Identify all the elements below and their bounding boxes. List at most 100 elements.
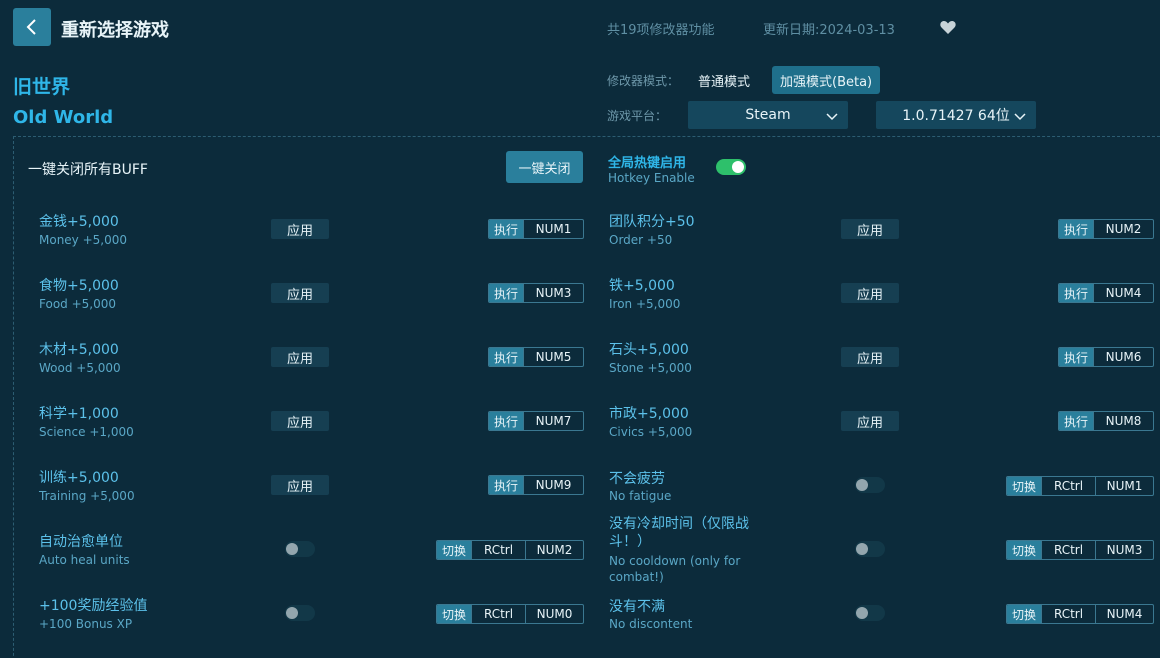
apply-button[interactable]: 应用 (271, 283, 329, 303)
platform-select[interactable]: Steam (688, 101, 848, 129)
item-label-cn: 自动治愈单位 (39, 534, 123, 550)
item-label-cn: 市政+5,000 (609, 406, 689, 422)
hotkey-modifier: RCtrl (471, 605, 525, 623)
game-name-cn: 旧世界 (13, 76, 71, 98)
hotkey-enable-label-en: Hotkey Enable (608, 171, 695, 185)
hotkey-key: NUM4 (1093, 284, 1153, 302)
hotkey-group[interactable]: 执行 NUM5 (488, 347, 584, 367)
item-label-cn: 金钱+5,000 (39, 214, 119, 230)
hotkey-modifier: RCtrl (1041, 477, 1095, 495)
execute-label: 执行 (1059, 348, 1094, 366)
hotkey-key: NUM7 (523, 412, 583, 430)
hotkey-group[interactable]: 切换 RCtrl NUM0 (436, 604, 584, 624)
apply-button[interactable]: 应用 (271, 219, 329, 239)
heart-icon[interactable] (939, 18, 957, 36)
close-all-button[interactable]: 一键关闭 (506, 151, 583, 183)
chevron-left-icon (26, 19, 36, 35)
apply-button[interactable]: 应用 (271, 347, 329, 367)
toggle-switch[interactable] (855, 477, 885, 493)
switch-label: 切换 (1007, 605, 1042, 623)
apply-button[interactable]: 应用 (841, 347, 899, 367)
toggle-switch[interactable] (285, 541, 315, 557)
execute-label: 执行 (1059, 412, 1094, 430)
page-title: 重新选择游戏 (61, 20, 169, 41)
toggle-switch[interactable] (285, 605, 315, 621)
item-label-en: Training +5,000 (39, 489, 135, 503)
version-select[interactable]: 1.0.71427 64位 (876, 101, 1036, 129)
hotkey-enable-toggle[interactable] (716, 159, 746, 175)
cheats-panel (13, 136, 1160, 658)
hotkey-group[interactable]: 执行 NUM9 (488, 475, 584, 495)
switch-label: 切换 (1007, 477, 1042, 495)
game-name-en: Old World (13, 107, 114, 128)
item-label-cn: 科学+1,000 (39, 406, 119, 422)
execute-label: 执行 (489, 284, 524, 302)
back-button[interactable] (13, 8, 51, 46)
execute-label: 执行 (489, 476, 524, 494)
item-label-en: Order +50 (609, 233, 673, 247)
item-label-cn: 训练+5,000 (39, 470, 119, 486)
execute-label: 执行 (1059, 284, 1094, 302)
hotkey-group[interactable]: 执行 NUM2 (1058, 219, 1154, 239)
buff-label: 一键关闭所有BUFF (28, 162, 148, 178)
hotkey-key: NUM9 (523, 476, 583, 494)
hotkey-key: NUM5 (523, 348, 583, 366)
item-label-cn: 没有冷却时间（仅限战斗！） (609, 516, 749, 550)
mode-label: 修改器模式： (607, 74, 680, 88)
switch-label: 切换 (437, 605, 472, 623)
hotkey-group[interactable]: 执行 NUM6 (1058, 347, 1154, 367)
platform-value: Steam (745, 107, 791, 123)
platform-label: 游戏平台： (607, 109, 668, 123)
hotkey-group[interactable]: 切换 RCtrl NUM3 (1006, 540, 1154, 560)
hotkey-key: NUM8 (1093, 412, 1153, 430)
hotkey-key: NUM3 (1095, 541, 1153, 559)
chevron-down-icon (1014, 113, 1026, 121)
item-label-cn: 不会疲劳 (609, 471, 665, 487)
update-date: 更新日期:2024-03-13 (763, 23, 895, 38)
apply-button[interactable]: 应用 (841, 411, 899, 431)
switch-label: 切换 (437, 541, 472, 559)
hotkey-modifier: RCtrl (1041, 541, 1095, 559)
apply-button[interactable]: 应用 (271, 475, 329, 495)
switch-label: 切换 (1007, 541, 1042, 559)
toggle-switch[interactable] (855, 605, 885, 621)
hotkey-group[interactable]: 执行 NUM7 (488, 411, 584, 431)
hotkey-modifier: RCtrl (471, 541, 525, 559)
hotkey-group[interactable]: 切换 RCtrl NUM4 (1006, 604, 1154, 624)
hotkey-group[interactable]: 执行 NUM3 (488, 283, 584, 303)
item-label-en: No cooldown (only for combat!) (609, 554, 741, 584)
hotkey-key: NUM1 (523, 220, 583, 238)
mode-beta-button[interactable]: 加强模式(Beta) (772, 66, 881, 94)
item-label-en: +100 Bonus XP (39, 617, 133, 631)
item-label-en: Science +1,000 (39, 425, 134, 439)
apply-button[interactable]: 应用 (841, 219, 899, 239)
execute-label: 执行 (489, 220, 524, 238)
hotkey-enable-label-cn: 全局热键启用 (608, 156, 687, 171)
hotkey-key: NUM0 (525, 605, 583, 623)
item-label-cn: 木材+5,000 (39, 342, 119, 358)
hotkey-group[interactable]: 切换 RCtrl NUM2 (436, 540, 584, 560)
item-label-cn: 食物+5,000 (39, 278, 119, 294)
item-label-en: Auto heal units (39, 553, 130, 567)
item-label-cn: 没有不满 (609, 599, 665, 615)
item-label-en: Money +5,000 (39, 233, 128, 247)
hotkey-group[interactable]: 切换 RCtrl NUM1 (1006, 476, 1154, 496)
mode-normal-button[interactable]: 普通模式 (690, 66, 758, 94)
chevron-down-icon (826, 113, 838, 121)
item-label-en: Food +5,000 (39, 297, 116, 311)
apply-button[interactable]: 应用 (271, 411, 329, 431)
hotkey-group[interactable]: 执行 NUM1 (488, 219, 584, 239)
hotkey-key: NUM2 (1093, 220, 1153, 238)
item-label-en: Iron +5,000 (609, 297, 681, 311)
hotkey-key: NUM4 (1095, 605, 1153, 623)
item-label-en: No discontent (609, 617, 693, 631)
toggle-switch[interactable] (855, 541, 885, 557)
hotkey-key: NUM2 (525, 541, 583, 559)
item-label-cn: 铁+5,000 (609, 278, 675, 294)
hotkey-group[interactable]: 执行 NUM8 (1058, 411, 1154, 431)
item-label-cn: +100奖励经验值 (39, 598, 148, 614)
execute-label: 执行 (489, 348, 524, 366)
apply-button[interactable]: 应用 (841, 283, 899, 303)
hotkey-group[interactable]: 执行 NUM4 (1058, 283, 1154, 303)
item-label-en: Civics +5,000 (609, 425, 693, 439)
